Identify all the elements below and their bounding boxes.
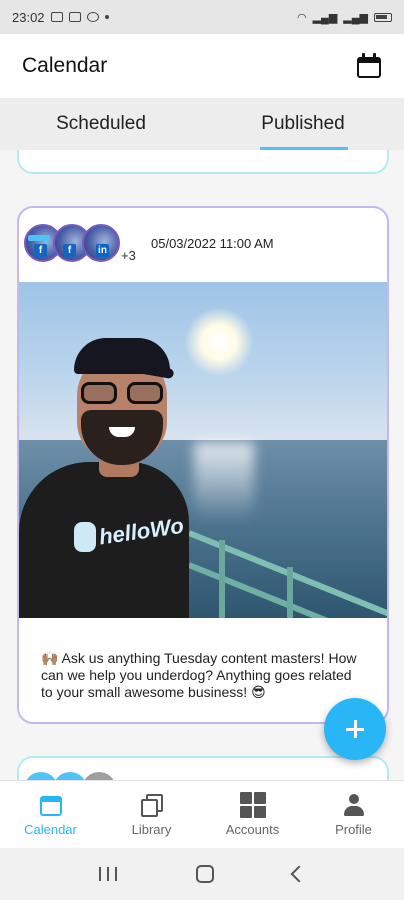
nav-accounts-label: Accounts	[225, 822, 280, 837]
add-post-button[interactable]	[324, 698, 386, 760]
bottom-nav: Calendar Library Accounts Profile	[0, 780, 404, 848]
notification-icon	[50, 12, 63, 22]
nav-calendar-label: Calendar	[24, 822, 77, 837]
post-card-header: f f in +3 05/03/2022 11:00 AM	[19, 208, 387, 282]
dog-logo-icon	[74, 522, 96, 552]
signal-icon: ▂▄▆	[312, 11, 338, 24]
post-card-previous[interactable]	[17, 150, 389, 174]
library-icon	[139, 792, 165, 818]
more-notifications-icon	[104, 15, 109, 19]
tab-bar: Scheduled Published	[0, 98, 404, 150]
facebook-icon-2: f	[63, 244, 76, 257]
status-time: 23:02	[12, 9, 45, 25]
person-icon	[341, 792, 367, 818]
post-feed[interactable]: f f in +3 05/03/2022 11:00 AM helloWo 🙌🏽…	[0, 150, 404, 780]
post-image: helloWo	[19, 282, 387, 618]
nav-calendar[interactable]: Calendar	[0, 781, 101, 848]
account-avatar-next	[24, 772, 58, 780]
app-bar: Calendar	[0, 34, 404, 98]
recent-apps-button[interactable]	[99, 867, 118, 881]
tab-scheduled[interactable]: Scheduled	[0, 98, 202, 150]
accounts-grid-icon	[239, 792, 266, 818]
battery-icon	[374, 12, 392, 22]
facebook-icon	[86, 12, 99, 22]
facebook-icon: f	[34, 244, 47, 257]
extra-accounts-count: +3	[121, 248, 136, 263]
back-button[interactable]	[290, 865, 308, 883]
post-card[interactable]: f f in +3 05/03/2022 11:00 AM helloWo 🙌🏽…	[17, 206, 389, 724]
account-avatar-linkedin: in	[82, 224, 120, 262]
nav-profile[interactable]: Profile	[303, 781, 404, 848]
gallery-icon	[68, 12, 81, 22]
nav-library-label: Library	[131, 822, 172, 837]
tab-published[interactable]: Published	[202, 98, 404, 150]
glasses	[81, 382, 167, 404]
home-button[interactable]	[195, 865, 214, 883]
post-card-next[interactable]	[17, 756, 389, 780]
sun	[184, 307, 254, 377]
nav-accounts[interactable]: Accounts	[202, 781, 303, 848]
system-nav-bar	[0, 848, 404, 900]
nav-library[interactable]: Library	[101, 781, 202, 848]
calendar-icon[interactable]	[356, 53, 382, 79]
account-avatar-next-2	[53, 772, 87, 780]
status-bar: 23:02 ◠ ▂▄▆ ▂▄▆	[0, 0, 404, 34]
signal-icon-2: ▂▄▆	[343, 11, 368, 24]
page-title: Calendar	[22, 54, 108, 77]
calendar-nav-icon	[38, 792, 64, 818]
wifi-icon: ◠	[296, 11, 307, 24]
post-date: 05/03/2022 11:00 AM	[151, 236, 274, 251]
account-avatar-next-3	[82, 772, 116, 780]
post-caption: 🙌🏽 Ask us anything Tuesday content maste…	[41, 650, 357, 700]
nav-profile-label: Profile	[335, 822, 372, 837]
linkedin-icon: in	[96, 244, 109, 257]
